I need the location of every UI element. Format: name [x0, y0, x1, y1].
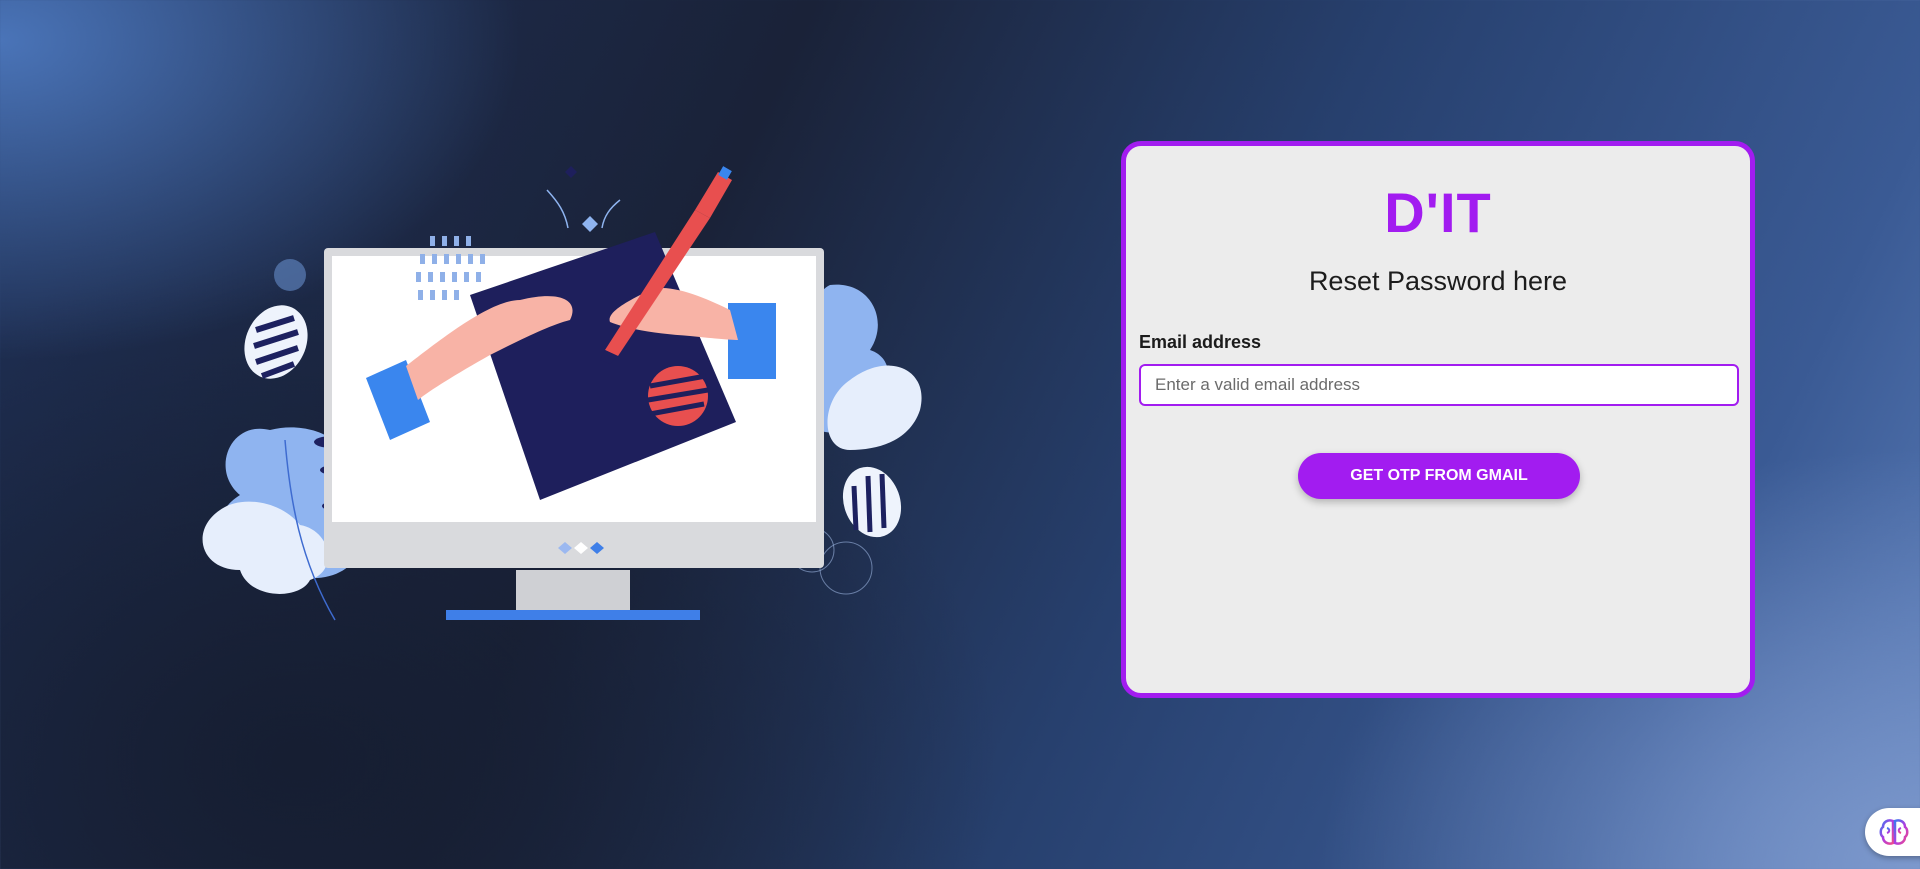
designer-monitor-illustration: [202, 166, 922, 621]
assistant-widget-button[interactable]: [1865, 808, 1920, 856]
brand-logo: D'IT: [1384, 181, 1492, 244]
hero-illustration: [190, 150, 950, 630]
email-field[interactable]: [1139, 364, 1739, 406]
email-label: Email address: [1139, 332, 1262, 352]
page-title: Reset Password here: [1308, 266, 1568, 296]
brain-icon: [1879, 819, 1909, 845]
reset-password-card: D'IT Reset Password here Email address G…: [1121, 141, 1755, 698]
get-otp-button[interactable]: GET OTP FROM GMAIL: [1298, 453, 1580, 499]
